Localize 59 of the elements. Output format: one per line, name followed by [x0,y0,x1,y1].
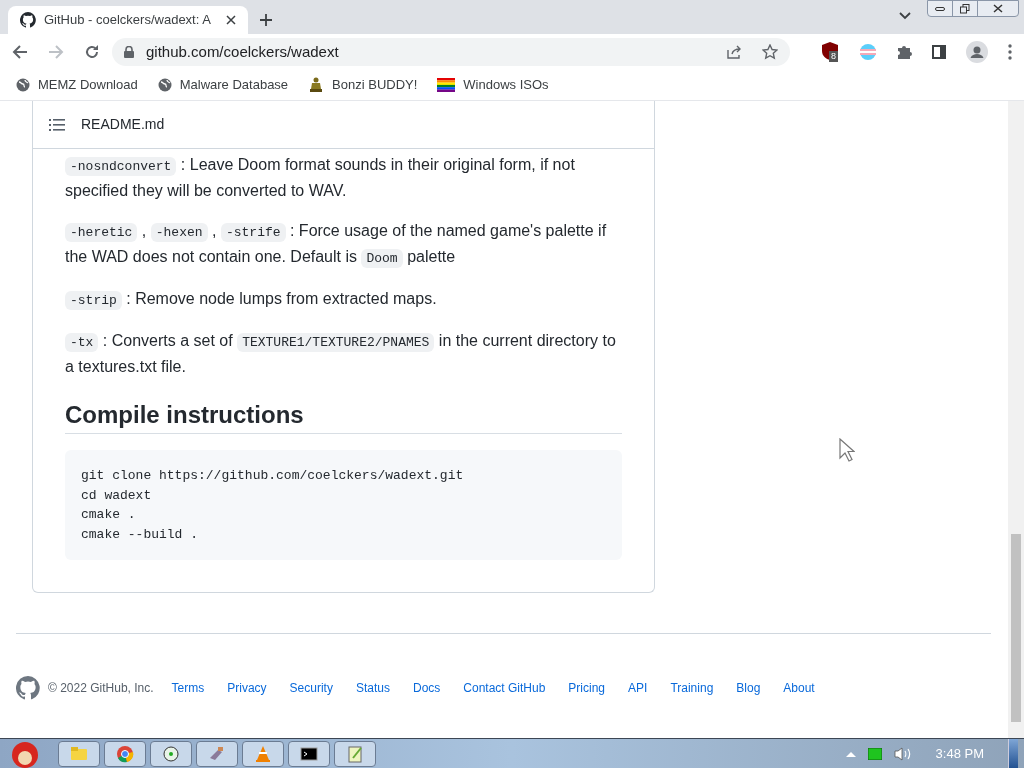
star-icon[interactable] [762,44,778,60]
puzzle-icon[interactable] [896,44,912,60]
close-icon [993,4,1003,13]
address-bar[interactable]: github.com/coelckers/wadext [112,38,790,66]
footer-link[interactable]: Docs [412,679,441,697]
back-icon[interactable] [12,44,28,60]
profile-icon[interactable] [966,41,988,63]
footer-link[interactable]: API [628,679,648,697]
github-icon[interactable] [16,676,40,700]
url-text: github.com/coelckers/wadext [146,41,340,62]
taskbar-button[interactable] [288,740,330,767]
bookmark-link[interactable]: Bonzi BUDDY! [332,75,418,95]
bookmark-link[interactable]: Windows ISOs [463,75,549,95]
browser-tab[interactable]: GitHub - coelckers/wadext: A [8,6,248,34]
paragraph: -strip : Remove node lumps from extracted maps. [65,287,622,313]
rainbow-flag-icon [437,78,456,92]
lock-icon [124,46,134,58]
paragraph: -tx : Converts a set of TEXTURE1/TEXTURE2/PNAMES in the current directory to a textures.txt file. [65,331,617,377]
footer-link[interactable]: Terms [171,679,205,697]
browser-icon [115,743,135,764]
restore-icon [960,3,970,14]
list-icon[interactable] [49,118,65,131]
extension-badge: 8 [829,51,838,62]
paragraph: -heretic , -hexen , -strife : Force usage of the named game's palette if the WAD does not contain one. Default is Doom palette [65,221,608,270]
code-block: git clone https://github.com/coelckers/wadext.git cd wadext cmake . cmake --build . [65,450,622,560]
footer-link[interactable]: Training [670,679,714,697]
speaker-icon[interactable] [893,746,912,761]
bookmark-link[interactable]: Malware Database [179,75,289,95]
copyright-text: © 2022 GitHub, Inc. [48,680,154,697]
footer-link[interactable]: Security [289,679,333,697]
figure-icon [308,77,325,93]
shield-extension-icon[interactable]: 8 [822,42,840,62]
paragraph: -nosndconvert : Leave Doom format sounds in their original form, if not specified they will be converted to WAV. [65,155,576,201]
side-panel-icon[interactable] [932,45,946,59]
chevron-down-icon[interactable] [899,12,911,20]
mouse-cursor-icon [839,438,855,462]
reload-icon[interactable] [84,44,100,60]
globe-icon [157,78,172,92]
disc-icon [161,743,181,764]
section-heading: Compile instructions [65,403,622,434]
new-tab-icon[interactable] [260,14,272,26]
share-icon[interactable] [726,44,742,60]
bookmark-link[interactable]: MEMZ Download [38,75,138,95]
tab-title: GitHub - coelckers/wadext: A [44,11,212,30]
globe-icon [16,78,30,92]
footer-link[interactable]: Privacy [227,679,267,697]
footer-link[interactable]: Status [355,679,390,697]
menu-icon[interactable] [1008,44,1012,60]
close-icon[interactable] [226,15,236,25]
scrollbar[interactable] [1008,101,1024,738]
github-icon [20,12,36,28]
footer-link[interactable]: Contact GitHub [463,679,546,697]
scrollbar-thumb[interactable] [1011,534,1021,722]
footer-link[interactable]: About [783,679,815,697]
footer-link[interactable]: Pricing [568,679,606,697]
file-name: README.md [81,115,165,134]
show-desktop-button[interactable] [1008,738,1018,768]
notepad-icon [345,743,365,764]
footer-link[interactable]: Blog [736,679,761,697]
